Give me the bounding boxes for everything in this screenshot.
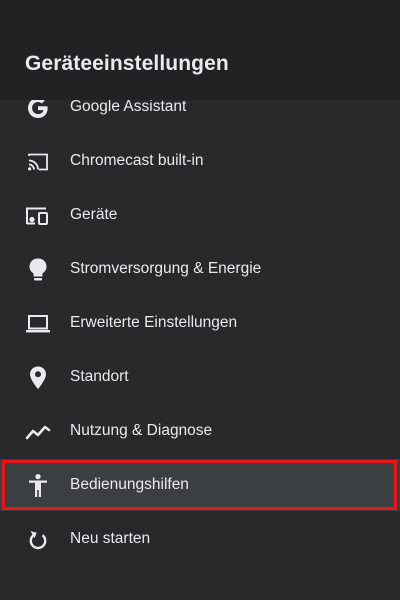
- restart-icon: [23, 526, 53, 554]
- settings-panel: Geräteeinstellungen Google Assistant Chr…: [0, 0, 400, 600]
- settings-item-label: Erweiterte Einstellungen: [70, 314, 238, 331]
- lightbulb-icon: [23, 256, 53, 284]
- laptop-icon: [23, 310, 53, 338]
- settings-item-standort[interactable]: Standort: [0, 351, 400, 405]
- location-pin-icon: [23, 364, 53, 392]
- settings-item-label: Chromecast built-in: [70, 152, 204, 169]
- settings-item-label: Neu starten: [70, 530, 151, 547]
- settings-item-erweitert[interactable]: Erweiterte Einstellungen: [0, 297, 400, 351]
- accessibility-icon: [23, 472, 53, 500]
- panel-header: Geräteeinstellungen: [0, 0, 400, 100]
- settings-item-label: Stromversorgung & Energie: [70, 260, 262, 277]
- settings-item-label: Geräte: [70, 206, 118, 223]
- settings-item-geraete[interactable]: Geräte: [0, 189, 400, 243]
- settings-item-neu-starten[interactable]: Neu starten: [0, 513, 400, 567]
- trending-line-icon: [23, 418, 53, 446]
- settings-item-nutzung[interactable]: Nutzung & Diagnose: [0, 405, 400, 459]
- settings-item-label: Nutzung & Diagnose: [70, 422, 213, 439]
- settings-item-label: Standort: [70, 368, 129, 385]
- settings-item-label: Bedienungshilfen: [70, 476, 189, 493]
- devices-icon: [23, 202, 53, 230]
- page-title: Geräteeinstellungen: [25, 52, 229, 75]
- settings-item-bedienungshilfen[interactable]: Bedienungshilfen: [0, 459, 400, 511]
- settings-item-label: Google Assistant: [70, 98, 187, 115]
- settings-item-stromversorgung[interactable]: Stromversorgung & Energie: [0, 243, 400, 297]
- settings-item-chromecast[interactable]: Chromecast built-in: [0, 135, 400, 189]
- cast-icon: [23, 148, 53, 176]
